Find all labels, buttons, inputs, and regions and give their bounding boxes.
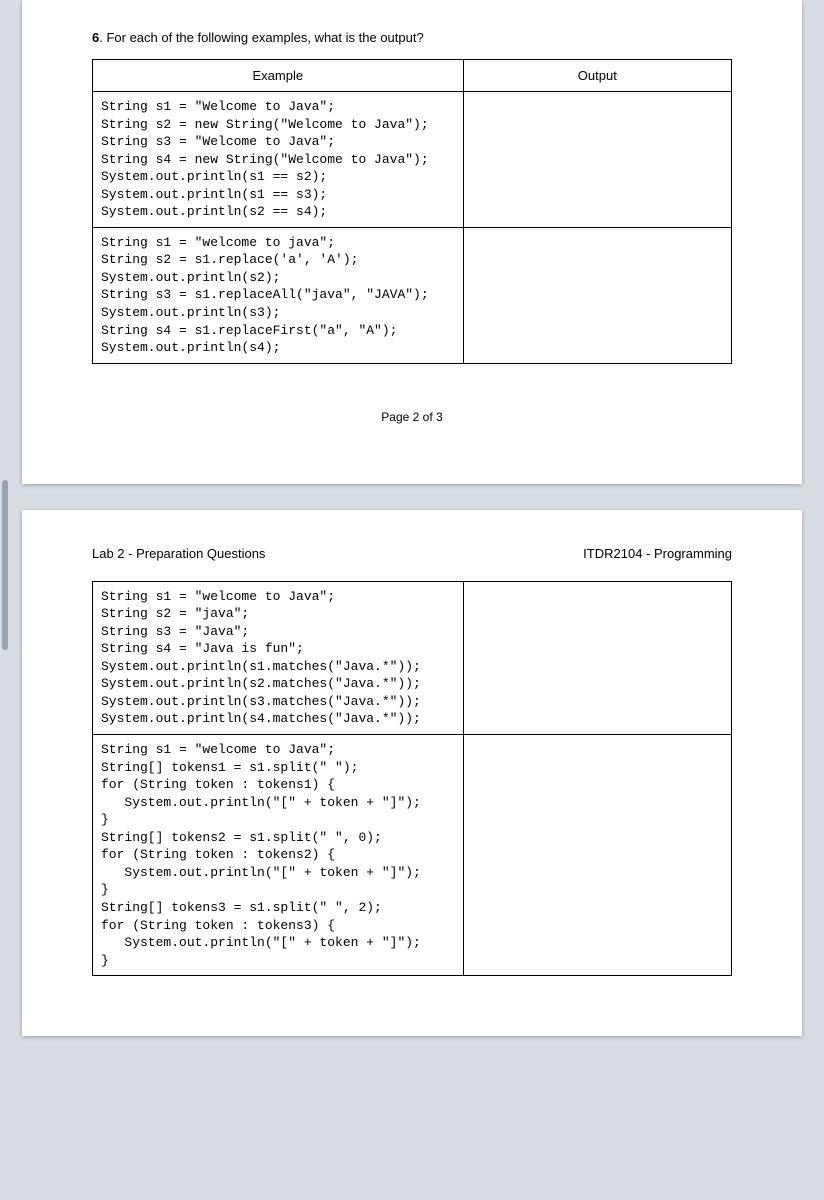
output-cell <box>463 92 731 228</box>
code-cell: String s1 = "welcome to Java"; String[] … <box>93 735 464 976</box>
document-page-3: Lab 2 - Preparation Questions ITDR2104 -… <box>22 510 802 1036</box>
output-cell <box>463 581 731 734</box>
question-6-prompt: 6. For each of the following examples, w… <box>92 30 732 45</box>
header-right: ITDR2104 - Programming <box>583 546 732 561</box>
page-header: Lab 2 - Preparation Questions ITDR2104 -… <box>92 546 732 561</box>
page-footer: Page 2 of 3 <box>92 410 732 424</box>
examples-table-2: String s1 = "welcome to Java"; String s2… <box>92 581 732 976</box>
table-row: String s1 = "welcome to Java"; String s2… <box>93 581 732 734</box>
code-cell: String s1 = "welcome to Java"; String s2… <box>93 581 464 734</box>
code-cell: String s1 = "Welcome to Java"; String s2… <box>93 92 464 228</box>
table-row: String s1 = "Welcome to Java"; String s2… <box>93 92 732 228</box>
code-cell: String s1 = "welcome to java"; String s2… <box>93 227 464 363</box>
header-left: Lab 2 - Preparation Questions <box>92 546 265 561</box>
output-cell <box>463 735 731 976</box>
document-page-2: 6. For each of the following examples, w… <box>22 0 802 484</box>
table-header-example: Example <box>93 60 464 92</box>
scrollbar-thumb[interactable] <box>2 480 8 650</box>
question-text: . For each of the following examples, wh… <box>99 30 423 45</box>
table-row: String s1 = "welcome to Java"; String[] … <box>93 735 732 976</box>
table-row: String s1 = "welcome to java"; String s2… <box>93 227 732 363</box>
output-cell <box>463 227 731 363</box>
table-header-output: Output <box>463 60 731 92</box>
examples-table-1: Example Output String s1 = "Welcome to J… <box>92 59 732 364</box>
